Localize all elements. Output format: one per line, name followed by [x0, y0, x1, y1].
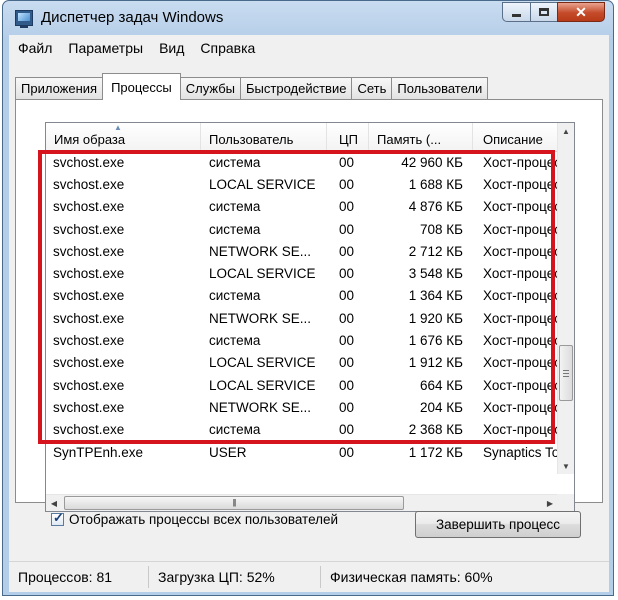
scroll-down-icon[interactable]: ▼: [558, 458, 574, 474]
vertical-scroll-thumb[interactable]: [559, 345, 573, 401]
table-row[interactable]: SynTPEnh.exe USER 00 1 172 КБ Synaptics Touc…: [46, 441, 558, 463]
show-all-users-option[interactable]: ✓ Отображать процессы всех пользователей: [51, 510, 338, 527]
grip-line: [563, 373, 569, 374]
column-image-name[interactable]: ▲ Имя образа: [46, 123, 201, 151]
column-label: Описание: [483, 132, 543, 147]
show-all-users-label[interactable]: Отображать процессы всех пользователей: [69, 512, 338, 527]
tab-services[interactable]: Службы: [179, 77, 242, 99]
minimize-icon: [512, 14, 521, 17]
cell-image-name: SynTPEnh.exe: [53, 444, 144, 460]
tab-performance[interactable]: Быстродействие: [240, 77, 353, 99]
grip-line: [563, 370, 569, 371]
menu-help[interactable]: Справка: [193, 40, 262, 56]
menu-options[interactable]: Параметры: [61, 40, 150, 56]
task-manager-icon: [15, 10, 33, 28]
status-bar: Процессов: 81 Загрузка ЦП: 52% Физическа…: [9, 561, 609, 592]
cell-user: USER: [209, 444, 247, 460]
menu-bar: Файл Параметры Вид Справка: [9, 35, 609, 62]
highlight-frame: [38, 150, 555, 444]
column-label: ЦП: [339, 132, 358, 147]
show-all-users-checkbox[interactable]: ✓: [51, 510, 64, 526]
cell-cpu: 00: [339, 444, 355, 460]
sort-up-icon: ▲: [114, 123, 122, 132]
column-user[interactable]: Пользователь: [201, 123, 327, 151]
checkmark-icon: ✓: [53, 510, 64, 525]
scroll-up-icon[interactable]: ▲: [558, 123, 574, 139]
tab-applications[interactable]: Приложения: [15, 77, 104, 99]
tab-strip: Приложения Процессы Службы Быстродействи…: [15, 73, 489, 100]
status-process-count: Процессов: 81: [9, 566, 149, 588]
close-button[interactable]: ✕: [557, 2, 605, 22]
menu-file[interactable]: Файл: [11, 40, 59, 56]
caption-buttons: ✕: [502, 2, 605, 22]
status-cpu-load: Загрузка ЦП: 52%: [149, 566, 321, 588]
vertical-scrollbar[interactable]: ▲ ▼: [557, 123, 574, 474]
list-header: ▲ Имя образа Пользователь ЦП Память (...…: [46, 123, 558, 152]
window-title: Диспетчер задач Windows: [41, 9, 224, 26]
panel-footer: ✓ Отображать процессы всех пользователей…: [15, 503, 603, 561]
tab-processes[interactable]: Процессы: [102, 73, 181, 100]
column-label: Имя образа: [54, 132, 126, 147]
column-label: Память (...: [377, 132, 442, 147]
cell-description: Synaptics TouchPad: [483, 444, 558, 460]
close-icon: ✕: [575, 3, 587, 20]
maximize-icon: [539, 8, 549, 16]
status-physical-memory: Физическая память: 60%: [330, 569, 493, 585]
end-process-button[interactable]: Завершить процесс: [415, 511, 581, 538]
title-bar[interactable]: Диспетчер задач Windows ✕: [3, 1, 613, 35]
tab-users[interactable]: Пользователи: [391, 77, 489, 99]
column-description[interactable]: Описание: [473, 123, 558, 151]
column-memory[interactable]: Память (...: [369, 123, 473, 151]
grip-line: [563, 376, 569, 377]
cell-memory: 1 172 КБ: [408, 444, 463, 460]
menu-view[interactable]: Вид: [152, 40, 191, 56]
column-label: Пользователь: [209, 132, 294, 147]
maximize-button[interactable]: [530, 2, 557, 22]
column-cpu[interactable]: ЦП: [327, 123, 369, 151]
minimize-button[interactable]: [502, 2, 530, 22]
tab-network[interactable]: Сеть: [351, 77, 393, 99]
